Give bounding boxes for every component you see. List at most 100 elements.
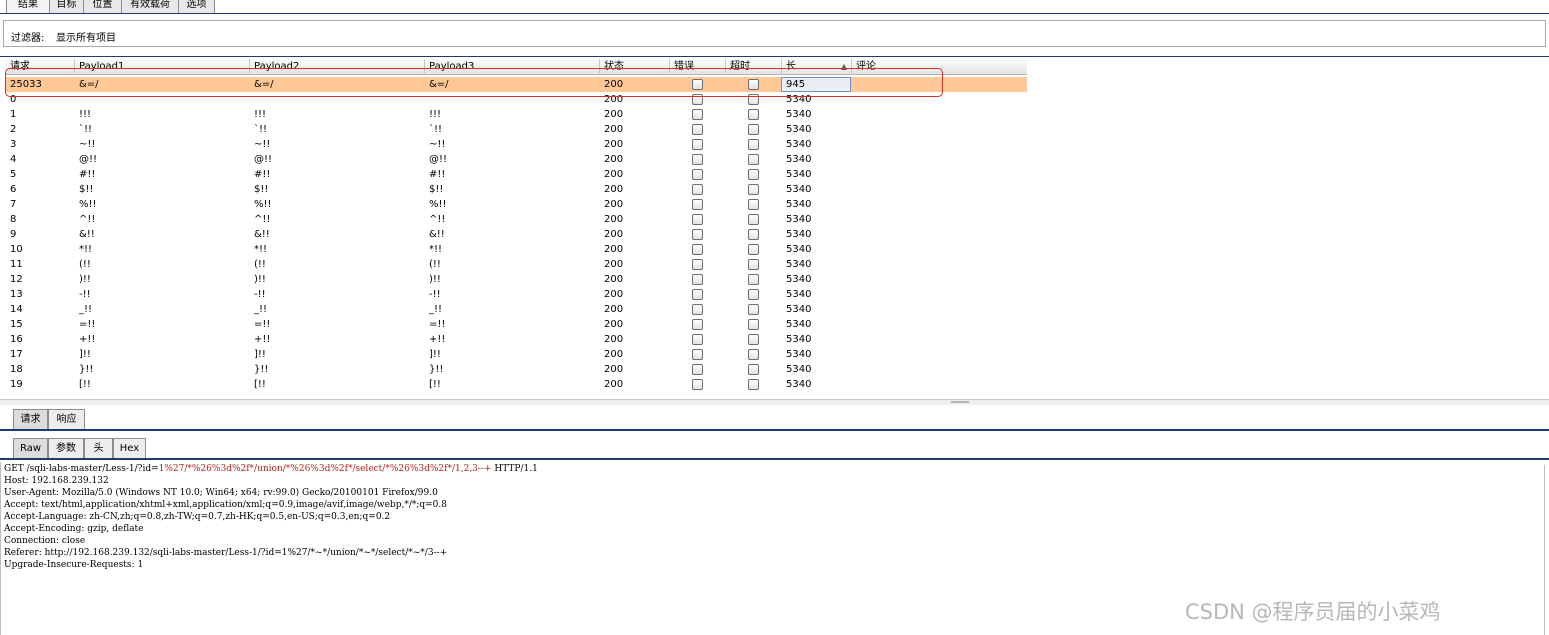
timeout-checkbox[interactable] — [748, 364, 759, 375]
error-checkbox[interactable] — [692, 304, 703, 315]
cell-p1: ^!! — [79, 214, 96, 225]
error-checkbox[interactable] — [692, 349, 703, 360]
table-row[interactable]: 19 [!! [!! [!! 200 5340 — [6, 377, 1027, 392]
request-header-line: Accept-Encoding: gzip, deflate — [4, 524, 144, 534]
table-row[interactable]: 18}!!}!!}!! 200 5340 — [6, 362, 1027, 377]
error-checkbox[interactable] — [692, 244, 703, 255]
table-row[interactable]: 6 $!! $!! $!! 200 5340 — [6, 182, 1027, 197]
tab-options[interactable]: 选项 — [178, 0, 215, 13]
timeout-checkbox[interactable] — [748, 304, 759, 315]
request-header-line: Upgrade-Insecure-Requests: 1 — [4, 560, 144, 570]
splitter-grip-icon[interactable] — [951, 401, 969, 403]
table-row[interactable]: 10 *!! *!! *!! 200 5340 — [6, 242, 1027, 257]
tab-target[interactable]: 目标 — [49, 0, 84, 13]
error-checkbox[interactable] — [692, 139, 703, 150]
timeout-checkbox[interactable] — [748, 319, 759, 330]
table-row[interactable]: 3 ~!! ~!! ~!! 200 5340 — [6, 137, 1027, 152]
timeout-checkbox[interactable] — [748, 289, 759, 300]
filter-bar[interactable]: 过滤器: 显示所有项目 — [3, 20, 1546, 47]
tab-raw[interactable]: Raw — [13, 438, 48, 458]
error-checkbox[interactable] — [692, 319, 703, 330]
error-checkbox[interactable] — [692, 154, 703, 165]
timeout-checkbox[interactable] — [748, 184, 759, 195]
table-row[interactable]: 16 +!! +!! +!! 200 5340 — [6, 332, 1027, 347]
pane-splitter[interactable] — [0, 399, 1549, 405]
error-checkbox[interactable] — [692, 199, 703, 210]
tab-headers[interactable]: 头 — [84, 438, 113, 458]
filter-value[interactable]: 显示所有项目 — [56, 29, 116, 44]
cell-p2: +!! — [254, 334, 271, 345]
error-checkbox[interactable] — [692, 334, 703, 345]
request-header-line: Host: 192.168.239.132 — [4, 476, 109, 486]
highlight-annotation — [5, 68, 943, 97]
cell-p1: $!! — [79, 184, 94, 195]
cell-p3: ~!! — [429, 139, 446, 150]
error-checkbox[interactable] — [692, 259, 703, 270]
cell-length: 5340 — [786, 289, 812, 300]
cell-p3: %!! — [429, 199, 447, 210]
error-checkbox[interactable] — [692, 364, 703, 375]
request-line-suffix: HTTP/1.1 — [491, 464, 538, 474]
cell-status: 200 — [604, 154, 624, 165]
cell-status: 200 — [604, 199, 624, 210]
cell-p2: #!! — [254, 169, 271, 180]
tab-payloads[interactable]: 有效载荷 — [121, 0, 179, 13]
tab-request[interactable]: 请求 — [13, 409, 48, 429]
timeout-checkbox[interactable] — [748, 154, 759, 165]
table-row[interactable]: 4 @!! @!! @!! 200 5340 — [6, 152, 1027, 167]
timeout-checkbox[interactable] — [748, 274, 759, 285]
error-checkbox[interactable] — [692, 289, 703, 300]
error-checkbox[interactable] — [692, 214, 703, 225]
timeout-checkbox[interactable] — [748, 379, 759, 390]
raw-request-editor[interactable]: GET /sqli-labs-master/Less-1/?id=1%27/*%… — [4, 463, 538, 571]
table-row[interactable]: 9 &!! &!! &!! 200 5340 — [6, 227, 1027, 242]
tab-hex[interactable]: Hex — [113, 438, 146, 458]
tab-params[interactable]: 参数 — [48, 438, 84, 458]
table-row[interactable]: 17]!!]!!]!! 200 5340 — [6, 347, 1027, 362]
error-checkbox[interactable] — [692, 274, 703, 285]
timeout-checkbox[interactable] — [748, 124, 759, 135]
cell-p3: }!! — [429, 364, 444, 375]
timeout-checkbox[interactable] — [748, 214, 759, 225]
table-row[interactable]: 14 _!! _!! _!! 200 5340 — [6, 302, 1027, 317]
cell-req: 2 — [10, 124, 17, 135]
timeout-checkbox[interactable] — [748, 139, 759, 150]
timeout-checkbox[interactable] — [748, 349, 759, 360]
timeout-checkbox[interactable] — [748, 169, 759, 180]
cell-p1: +!! — [79, 334, 96, 345]
timeout-checkbox[interactable] — [748, 244, 759, 255]
error-checkbox[interactable] — [692, 109, 703, 120]
cell-status: 200 — [604, 379, 624, 390]
error-checkbox[interactable] — [692, 229, 703, 240]
table-row[interactable]: 13 -!! -!! -!! 200 5340 — [6, 287, 1027, 302]
timeout-checkbox[interactable] — [748, 334, 759, 345]
error-checkbox[interactable] — [692, 169, 703, 180]
error-checkbox[interactable] — [692, 379, 703, 390]
table-row[interactable]: 15 =!! =!! =!! 200 5340 — [6, 317, 1027, 332]
table-row[interactable]: 12)!!)!!)!! 200 5340 — [6, 272, 1027, 287]
cell-p1: }!! — [79, 364, 94, 375]
table-row[interactable]: 1!!!!!!!!! 200 5340 — [6, 107, 1027, 122]
editor-scroll-gutter[interactable] — [1544, 465, 1549, 635]
tab-positions[interactable]: 位置 — [83, 0, 122, 13]
cell-length: 5340 — [786, 139, 812, 150]
cell-req: 6 — [10, 184, 17, 195]
cell-status: 200 — [604, 349, 624, 360]
timeout-checkbox[interactable] — [748, 199, 759, 210]
table-row[interactable]: 5 #!! #!! #!! 200 5340 — [6, 167, 1027, 182]
error-checkbox[interactable] — [692, 184, 703, 195]
table-row[interactable]: 8 ^!! ^!! ^!! 200 5340 — [6, 212, 1027, 227]
cell-p1: =!! — [79, 319, 96, 330]
table-row[interactable]: 2 `!! `!! `!! 200 5340 — [6, 122, 1027, 137]
timeout-checkbox[interactable] — [748, 109, 759, 120]
table-row[interactable]: 11 (!! (!! (!! 200 5340 — [6, 257, 1027, 272]
cell-req: 5 — [10, 169, 17, 180]
cell-req: 11 — [10, 259, 23, 270]
table-row[interactable]: 7%!!%!!%!! 200 5340 — [6, 197, 1027, 212]
tab-results[interactable]: 结果 — [6, 0, 50, 13]
error-checkbox[interactable] — [692, 124, 703, 135]
results-table[interactable]: 请求 Payload1 Payload2 Payload3 状态 错误 超时 长… — [6, 58, 1027, 397]
timeout-checkbox[interactable] — [748, 229, 759, 240]
timeout-checkbox[interactable] — [748, 259, 759, 270]
tab-response[interactable]: 响应 — [48, 409, 85, 429]
